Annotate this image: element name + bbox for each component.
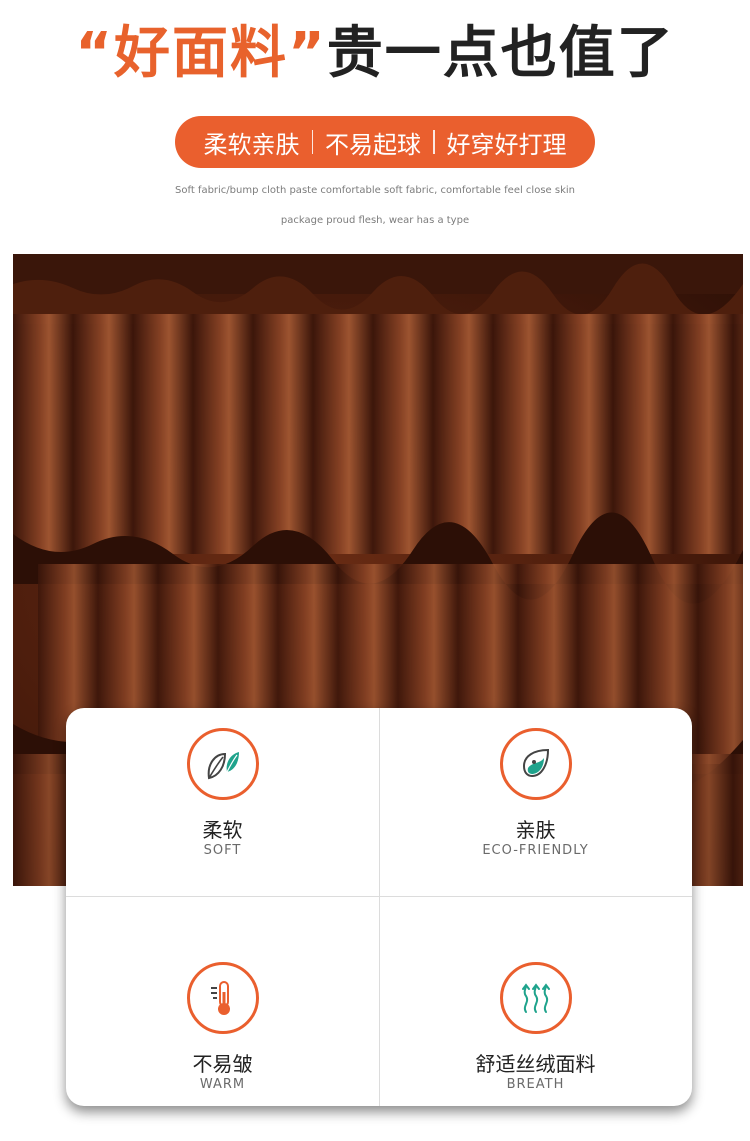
tag-divider [311,130,313,154]
leaf-drop-icon [499,728,572,800]
tag-anti-pilling: 不易起球 [325,130,421,159]
feature-eco-subtitle: ECO-FRIENDLY [482,843,589,858]
tag-easy-care: 好穿好打理 [446,130,567,159]
headline-accent: “好面料” [75,21,327,86]
leaves-icon [186,728,259,800]
tag-soft-skin: 柔软亲肤 [203,130,300,159]
headline-rest: 贵一点也值了 [326,21,675,86]
features-card: 柔软 SOFT 亲肤 ECO-FRIENDLY 不易皱 WARM 舒适丝绒面料 … [66,708,692,1106]
feature-soft-subtitle: SOFT [203,843,242,858]
airflow-icon [499,962,572,1034]
feature-soft-title: 柔软 [202,818,243,842]
feature-eco-title: 亲肤 [515,818,556,842]
feature-warm-title: 不易皱 [192,1052,253,1076]
thermometer-icon [186,962,259,1034]
grid-divider-horizontal [66,896,692,897]
tag-divider [433,130,435,154]
feature-warm-subtitle: WARM [199,1077,246,1092]
feature-breath-title: 舒适丝绒面料 [475,1052,596,1076]
feature-breath-subtitle: BREATH [506,1077,565,1092]
feature-breath: 舒适丝绒面料 BREATH [379,962,692,1094]
feature-soft: 柔软 SOFT [66,728,379,860]
subtext-line-2: package proud flesh, wear has a type [280,215,470,226]
feature-eco: 亲肤 ECO-FRIENDLY [379,728,692,860]
headline: “好面料”贵一点也值了 [0,18,750,90]
feature-warm: 不易皱 WARM [66,962,379,1094]
subtext-line-1: Soft fabric/bump cloth paste comfortable… [175,185,575,196]
feature-tags-pill: 柔软亲肤 不易起球 好穿好打理 [175,116,595,168]
